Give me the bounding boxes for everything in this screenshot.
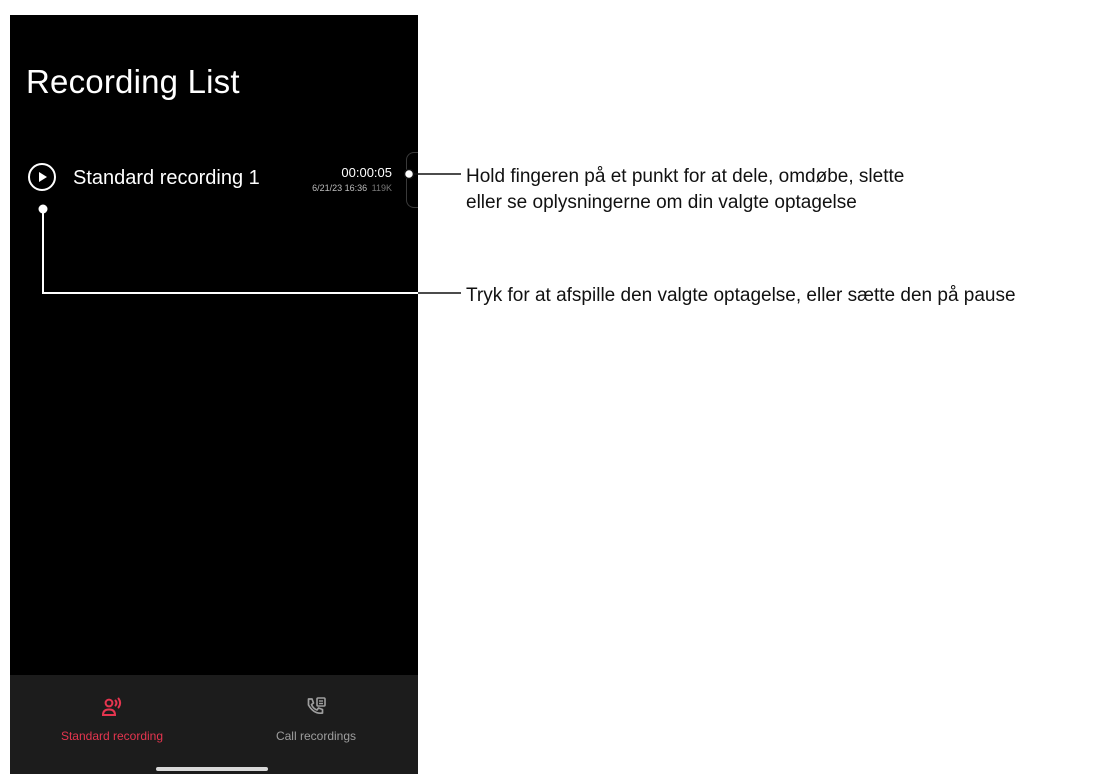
- callout-connectors: [38, 168, 461, 294]
- callout-item-menu-line2: eller se oplysningerne om din valgte opt…: [466, 192, 857, 213]
- callout-item-menu: Hold fingeren på et punkt for at dele, o…: [466, 164, 1026, 216]
- callout-connector-play: [38, 204, 461, 294]
- callout-item-menu-line1: Hold fingeren på et punkt for at dele, o…: [466, 166, 905, 187]
- callout-play-pause: Tryk for at afspille den valgte optagels…: [466, 285, 1016, 306]
- callout-connector-menu: [403, 168, 461, 180]
